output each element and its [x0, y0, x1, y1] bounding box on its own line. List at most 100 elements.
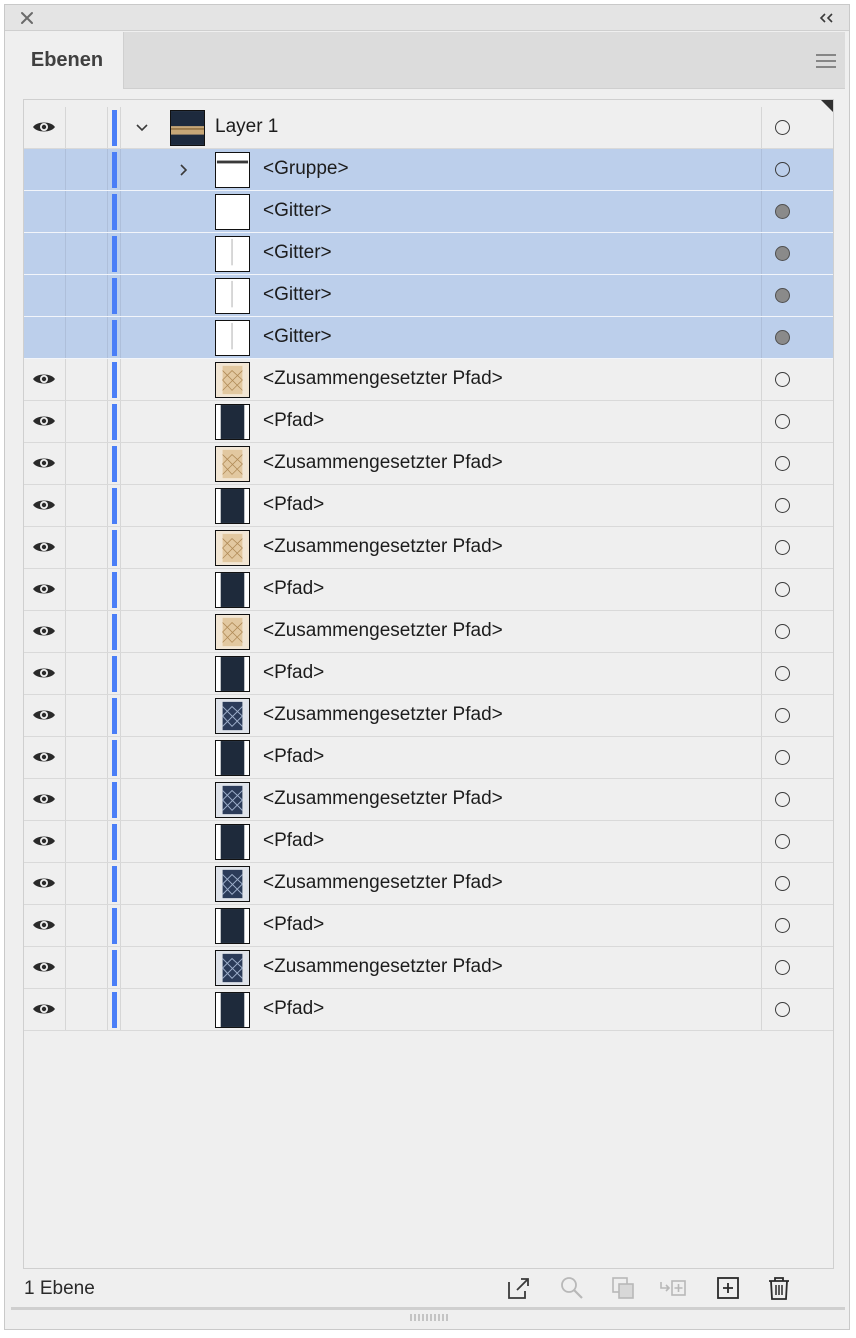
lock-toggle[interactable] [66, 149, 108, 190]
chevron-down-icon[interactable] [135, 121, 149, 135]
lock-toggle[interactable] [66, 485, 108, 526]
sublayer-row[interactable]: <Zusammengesetzter Pfad> [24, 947, 833, 989]
target-circle-icon[interactable] [775, 204, 790, 219]
target-circle-icon[interactable] [775, 960, 790, 975]
new-layer-icon[interactable] [714, 1274, 742, 1302]
sublayer-row[interactable]: <Zusammengesetzter Pfad> [24, 359, 833, 401]
lock-toggle[interactable] [66, 947, 108, 988]
target-circle-icon[interactable] [775, 162, 790, 177]
close-icon[interactable] [19, 10, 35, 26]
target-circle-icon[interactable] [775, 918, 790, 933]
sublayer-row[interactable]: <Zusammengesetzter Pfad> [24, 695, 833, 737]
layer-name[interactable]: <Zusammengesetzter Pfad> [263, 956, 503, 978]
layer-name[interactable]: <Pfad> [263, 410, 324, 432]
target-circle-icon[interactable] [775, 372, 790, 387]
locate-object-icon[interactable] [558, 1274, 586, 1302]
visibility-toggle[interactable] [24, 107, 66, 148]
visibility-toggle[interactable] [24, 863, 66, 904]
target-circle-icon[interactable] [775, 876, 790, 891]
layer-name[interactable]: <Gitter> [263, 200, 332, 222]
visibility-toggle[interactable] [24, 947, 66, 988]
lock-toggle[interactable] [66, 821, 108, 862]
visibility-toggle[interactable] [24, 989, 66, 1030]
layer-name[interactable]: <Gruppe> [263, 158, 349, 180]
lock-toggle[interactable] [66, 443, 108, 484]
sublayer-row[interactable]: <Gitter> [24, 317, 833, 359]
visibility-toggle[interactable] [24, 779, 66, 820]
lock-toggle[interactable] [66, 611, 108, 652]
layer-name[interactable]: <Pfad> [263, 746, 324, 768]
layer-name[interactable]: <Pfad> [263, 662, 324, 684]
layer-name[interactable]: Layer 1 [215, 116, 278, 138]
target-circle-icon[interactable] [775, 792, 790, 807]
sublayer-row[interactable]: <Zusammengesetzter Pfad> [24, 863, 833, 905]
layer-name[interactable]: <Gitter> [263, 284, 332, 306]
sublayer-row[interactable]: <Zusammengesetzter Pfad> [24, 443, 833, 485]
lock-toggle[interactable] [66, 317, 108, 358]
trash-icon[interactable] [765, 1274, 793, 1302]
visibility-toggle[interactable] [24, 485, 66, 526]
make-clipping-mask-icon[interactable] [609, 1274, 637, 1302]
sublayer-row[interactable]: <Pfad> [24, 569, 833, 611]
sublayer-row[interactable]: <Zusammengesetzter Pfad> [24, 527, 833, 569]
visibility-toggle[interactable] [24, 359, 66, 400]
visibility-toggle[interactable] [24, 149, 66, 190]
lock-toggle[interactable] [66, 107, 108, 148]
sublayer-row[interactable]: <Pfad> [24, 905, 833, 947]
target-circle-icon[interactable] [775, 330, 790, 345]
lock-toggle[interactable] [66, 779, 108, 820]
visibility-toggle[interactable] [24, 191, 66, 232]
tab-ebenen[interactable]: Ebenen [11, 32, 124, 89]
target-circle-icon[interactable] [775, 624, 790, 639]
target-circle-icon[interactable] [775, 456, 790, 471]
lock-toggle[interactable] [66, 401, 108, 442]
lock-toggle[interactable] [66, 863, 108, 904]
target-circle-icon[interactable] [775, 750, 790, 765]
target-circle-icon[interactable] [775, 582, 790, 597]
visibility-toggle[interactable] [24, 737, 66, 778]
lock-toggle[interactable] [66, 275, 108, 316]
target-circle-icon[interactable] [775, 120, 790, 135]
lock-toggle[interactable] [66, 191, 108, 232]
target-circle-icon[interactable] [775, 834, 790, 849]
sublayer-row[interactable]: <Zusammengesetzter Pfad> [24, 611, 833, 653]
sublayer-row[interactable]: <Pfad> [24, 653, 833, 695]
sublayer-row[interactable]: <Gitter> [24, 233, 833, 275]
lock-toggle[interactable] [66, 359, 108, 400]
visibility-toggle[interactable] [24, 569, 66, 610]
visibility-toggle[interactable] [24, 233, 66, 274]
visibility-toggle[interactable] [24, 821, 66, 862]
target-circle-icon[interactable] [775, 498, 790, 513]
layer-name[interactable]: <Pfad> [263, 578, 324, 600]
target-circle-icon[interactable] [775, 1002, 790, 1017]
visibility-toggle[interactable] [24, 527, 66, 568]
resize-grip[interactable] [11, 1307, 845, 1327]
layer-name[interactable]: <Pfad> [263, 914, 324, 936]
visibility-toggle[interactable] [24, 275, 66, 316]
lock-toggle[interactable] [66, 905, 108, 946]
target-circle-icon[interactable] [775, 246, 790, 261]
lock-toggle[interactable] [66, 989, 108, 1030]
layer-row[interactable]: Layer 1 [24, 107, 833, 149]
layer-name[interactable]: <Gitter> [263, 326, 332, 348]
lock-toggle[interactable] [66, 527, 108, 568]
target-circle-icon[interactable] [775, 414, 790, 429]
layer-name[interactable]: <Zusammengesetzter Pfad> [263, 788, 503, 810]
layer-name[interactable]: <Zusammengesetzter Pfad> [263, 872, 503, 894]
double-chevron-left-icon[interactable] [817, 11, 837, 25]
layer-name[interactable]: <Zusammengesetzter Pfad> [263, 368, 503, 390]
target-circle-icon[interactable] [775, 288, 790, 303]
sublayer-row[interactable]: <Pfad> [24, 821, 833, 863]
layer-name[interactable]: <Pfad> [263, 830, 324, 852]
layer-name[interactable]: <Gitter> [263, 242, 332, 264]
visibility-toggle[interactable] [24, 317, 66, 358]
lock-toggle[interactable] [66, 737, 108, 778]
hamburger-menu-icon[interactable] [815, 53, 837, 69]
sublayer-row[interactable]: <Pfad> [24, 401, 833, 443]
layer-name[interactable]: <Pfad> [263, 494, 324, 516]
sublayer-row[interactable]: <Pfad> [24, 737, 833, 779]
visibility-toggle[interactable] [24, 653, 66, 694]
sublayer-row[interactable]: <Gitter> [24, 191, 833, 233]
visibility-toggle[interactable] [24, 443, 66, 484]
target-circle-icon[interactable] [775, 666, 790, 681]
